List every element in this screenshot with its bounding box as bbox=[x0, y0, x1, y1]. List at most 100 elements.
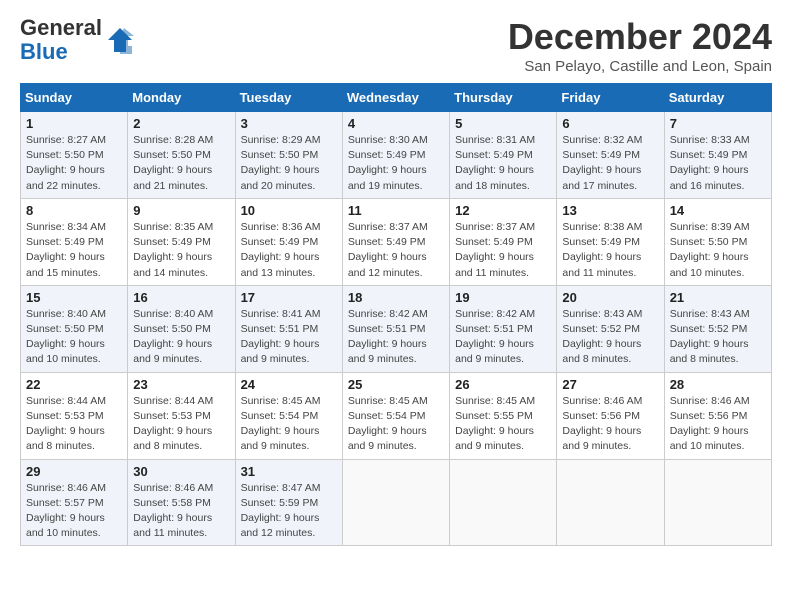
logo-icon bbox=[106, 26, 134, 54]
sunset: Sunset: 5:59 PM bbox=[241, 497, 319, 509]
day-detail: Sunrise: 8:45 AM Sunset: 5:54 PM Dayligh… bbox=[241, 394, 337, 455]
day-detail: Sunrise: 8:38 AM Sunset: 5:49 PM Dayligh… bbox=[562, 220, 658, 281]
calendar-week-row: 15 Sunrise: 8:40 AM Sunset: 5:50 PM Dayl… bbox=[21, 285, 772, 372]
sunset: Sunset: 5:57 PM bbox=[26, 497, 104, 509]
daylight: Daylight: 9 hours and 11 minutes. bbox=[455, 251, 534, 278]
sunrise: Sunrise: 8:45 AM bbox=[348, 395, 428, 407]
sunrise: Sunrise: 8:39 AM bbox=[670, 221, 750, 233]
day-number: 8 bbox=[26, 203, 122, 218]
day-number: 31 bbox=[241, 464, 337, 479]
sunset: Sunset: 5:56 PM bbox=[670, 410, 748, 422]
sunrise: Sunrise: 8:46 AM bbox=[26, 482, 106, 494]
weekday-header: Friday bbox=[557, 84, 664, 112]
sunrise: Sunrise: 8:42 AM bbox=[348, 308, 428, 320]
sunset: Sunset: 5:49 PM bbox=[26, 236, 104, 248]
day-number: 2 bbox=[133, 116, 229, 131]
day-detail: Sunrise: 8:37 AM Sunset: 5:49 PM Dayligh… bbox=[455, 220, 551, 281]
calendar-cell: 15 Sunrise: 8:40 AM Sunset: 5:50 PM Dayl… bbox=[21, 285, 128, 372]
sunrise: Sunrise: 8:45 AM bbox=[241, 395, 321, 407]
weekday-header: Saturday bbox=[664, 84, 771, 112]
calendar-cell: 22 Sunrise: 8:44 AM Sunset: 5:53 PM Dayl… bbox=[21, 372, 128, 459]
sunset: Sunset: 5:51 PM bbox=[348, 323, 426, 335]
daylight: Daylight: 9 hours and 8 minutes. bbox=[670, 338, 749, 365]
day-detail: Sunrise: 8:34 AM Sunset: 5:49 PM Dayligh… bbox=[26, 220, 122, 281]
sunrise: Sunrise: 8:29 AM bbox=[241, 134, 321, 146]
sunrise: Sunrise: 8:38 AM bbox=[562, 221, 642, 233]
calendar-cell: 13 Sunrise: 8:38 AM Sunset: 5:49 PM Dayl… bbox=[557, 198, 664, 285]
weekday-header: Thursday bbox=[450, 84, 557, 112]
daylight: Daylight: 9 hours and 9 minutes. bbox=[562, 425, 641, 452]
day-number: 15 bbox=[26, 290, 122, 305]
calendar-cell: 2 Sunrise: 8:28 AM Sunset: 5:50 PM Dayli… bbox=[128, 112, 235, 199]
calendar-cell: 24 Sunrise: 8:45 AM Sunset: 5:54 PM Dayl… bbox=[235, 372, 342, 459]
day-detail: Sunrise: 8:45 AM Sunset: 5:55 PM Dayligh… bbox=[455, 394, 551, 455]
day-detail: Sunrise: 8:46 AM Sunset: 5:56 PM Dayligh… bbox=[670, 394, 766, 455]
sunrise: Sunrise: 8:35 AM bbox=[133, 221, 213, 233]
day-detail: Sunrise: 8:40 AM Sunset: 5:50 PM Dayligh… bbox=[26, 307, 122, 368]
daylight: Daylight: 9 hours and 12 minutes. bbox=[348, 251, 427, 278]
calendar-cell: 8 Sunrise: 8:34 AM Sunset: 5:49 PM Dayli… bbox=[21, 198, 128, 285]
calendar-cell: 20 Sunrise: 8:43 AM Sunset: 5:52 PM Dayl… bbox=[557, 285, 664, 372]
sunset: Sunset: 5:52 PM bbox=[562, 323, 640, 335]
day-detail: Sunrise: 8:46 AM Sunset: 5:56 PM Dayligh… bbox=[562, 394, 658, 455]
day-number: 18 bbox=[348, 290, 444, 305]
calendar-week-row: 22 Sunrise: 8:44 AM Sunset: 5:53 PM Dayl… bbox=[21, 372, 772, 459]
sunset: Sunset: 5:49 PM bbox=[562, 236, 640, 248]
sunrise: Sunrise: 8:40 AM bbox=[26, 308, 106, 320]
sunset: Sunset: 5:49 PM bbox=[562, 149, 640, 161]
sunrise: Sunrise: 8:37 AM bbox=[348, 221, 428, 233]
calendar-week-row: 1 Sunrise: 8:27 AM Sunset: 5:50 PM Dayli… bbox=[21, 112, 772, 199]
day-detail: Sunrise: 8:42 AM Sunset: 5:51 PM Dayligh… bbox=[455, 307, 551, 368]
sunset: Sunset: 5:50 PM bbox=[241, 149, 319, 161]
sunrise: Sunrise: 8:40 AM bbox=[133, 308, 213, 320]
weekday-header: Monday bbox=[128, 84, 235, 112]
day-number: 21 bbox=[670, 290, 766, 305]
daylight: Daylight: 9 hours and 15 minutes. bbox=[26, 251, 105, 278]
sunrise: Sunrise: 8:46 AM bbox=[562, 395, 642, 407]
calendar-cell: 30 Sunrise: 8:46 AM Sunset: 5:58 PM Dayl… bbox=[128, 459, 235, 546]
daylight: Daylight: 9 hours and 9 minutes. bbox=[348, 425, 427, 452]
sunset: Sunset: 5:49 PM bbox=[455, 236, 533, 248]
weekday-header: Sunday bbox=[21, 84, 128, 112]
daylight: Daylight: 9 hours and 10 minutes. bbox=[670, 251, 749, 278]
day-number: 17 bbox=[241, 290, 337, 305]
sunset: Sunset: 5:53 PM bbox=[26, 410, 104, 422]
sunset: Sunset: 5:49 PM bbox=[348, 149, 426, 161]
daylight: Daylight: 9 hours and 17 minutes. bbox=[562, 164, 641, 191]
day-detail: Sunrise: 8:30 AM Sunset: 5:49 PM Dayligh… bbox=[348, 133, 444, 194]
day-number: 3 bbox=[241, 116, 337, 131]
calendar-cell: 19 Sunrise: 8:42 AM Sunset: 5:51 PM Dayl… bbox=[450, 285, 557, 372]
day-detail: Sunrise: 8:43 AM Sunset: 5:52 PM Dayligh… bbox=[670, 307, 766, 368]
day-detail: Sunrise: 8:35 AM Sunset: 5:49 PM Dayligh… bbox=[133, 220, 229, 281]
day-number: 28 bbox=[670, 377, 766, 392]
daylight: Daylight: 9 hours and 8 minutes. bbox=[133, 425, 212, 452]
calendar-cell: 9 Sunrise: 8:35 AM Sunset: 5:49 PM Dayli… bbox=[128, 198, 235, 285]
sunrise: Sunrise: 8:32 AM bbox=[562, 134, 642, 146]
sunrise: Sunrise: 8:34 AM bbox=[26, 221, 106, 233]
sunrise: Sunrise: 8:37 AM bbox=[455, 221, 535, 233]
calendar-cell: 29 Sunrise: 8:46 AM Sunset: 5:57 PM Dayl… bbox=[21, 459, 128, 546]
day-number: 10 bbox=[241, 203, 337, 218]
day-number: 5 bbox=[455, 116, 551, 131]
sunrise: Sunrise: 8:28 AM bbox=[133, 134, 213, 146]
sunset: Sunset: 5:50 PM bbox=[670, 236, 748, 248]
sunset: Sunset: 5:49 PM bbox=[455, 149, 533, 161]
calendar-cell: 1 Sunrise: 8:27 AM Sunset: 5:50 PM Dayli… bbox=[21, 112, 128, 199]
calendar-cell: 14 Sunrise: 8:39 AM Sunset: 5:50 PM Dayl… bbox=[664, 198, 771, 285]
daylight: Daylight: 9 hours and 9 minutes. bbox=[348, 338, 427, 365]
day-number: 26 bbox=[455, 377, 551, 392]
day-number: 6 bbox=[562, 116, 658, 131]
location-subtitle: San Pelayo, Castille and Leon, Spain bbox=[508, 58, 772, 75]
sunset: Sunset: 5:54 PM bbox=[348, 410, 426, 422]
day-number: 27 bbox=[562, 377, 658, 392]
sunset: Sunset: 5:55 PM bbox=[455, 410, 533, 422]
sunrise: Sunrise: 8:27 AM bbox=[26, 134, 106, 146]
sunset: Sunset: 5:49 PM bbox=[241, 236, 319, 248]
day-number: 29 bbox=[26, 464, 122, 479]
sunset: Sunset: 5:53 PM bbox=[133, 410, 211, 422]
daylight: Daylight: 9 hours and 19 minutes. bbox=[348, 164, 427, 191]
calendar-cell: 5 Sunrise: 8:31 AM Sunset: 5:49 PM Dayli… bbox=[450, 112, 557, 199]
sunrise: Sunrise: 8:30 AM bbox=[348, 134, 428, 146]
day-detail: Sunrise: 8:37 AM Sunset: 5:49 PM Dayligh… bbox=[348, 220, 444, 281]
daylight: Daylight: 9 hours and 21 minutes. bbox=[133, 164, 212, 191]
